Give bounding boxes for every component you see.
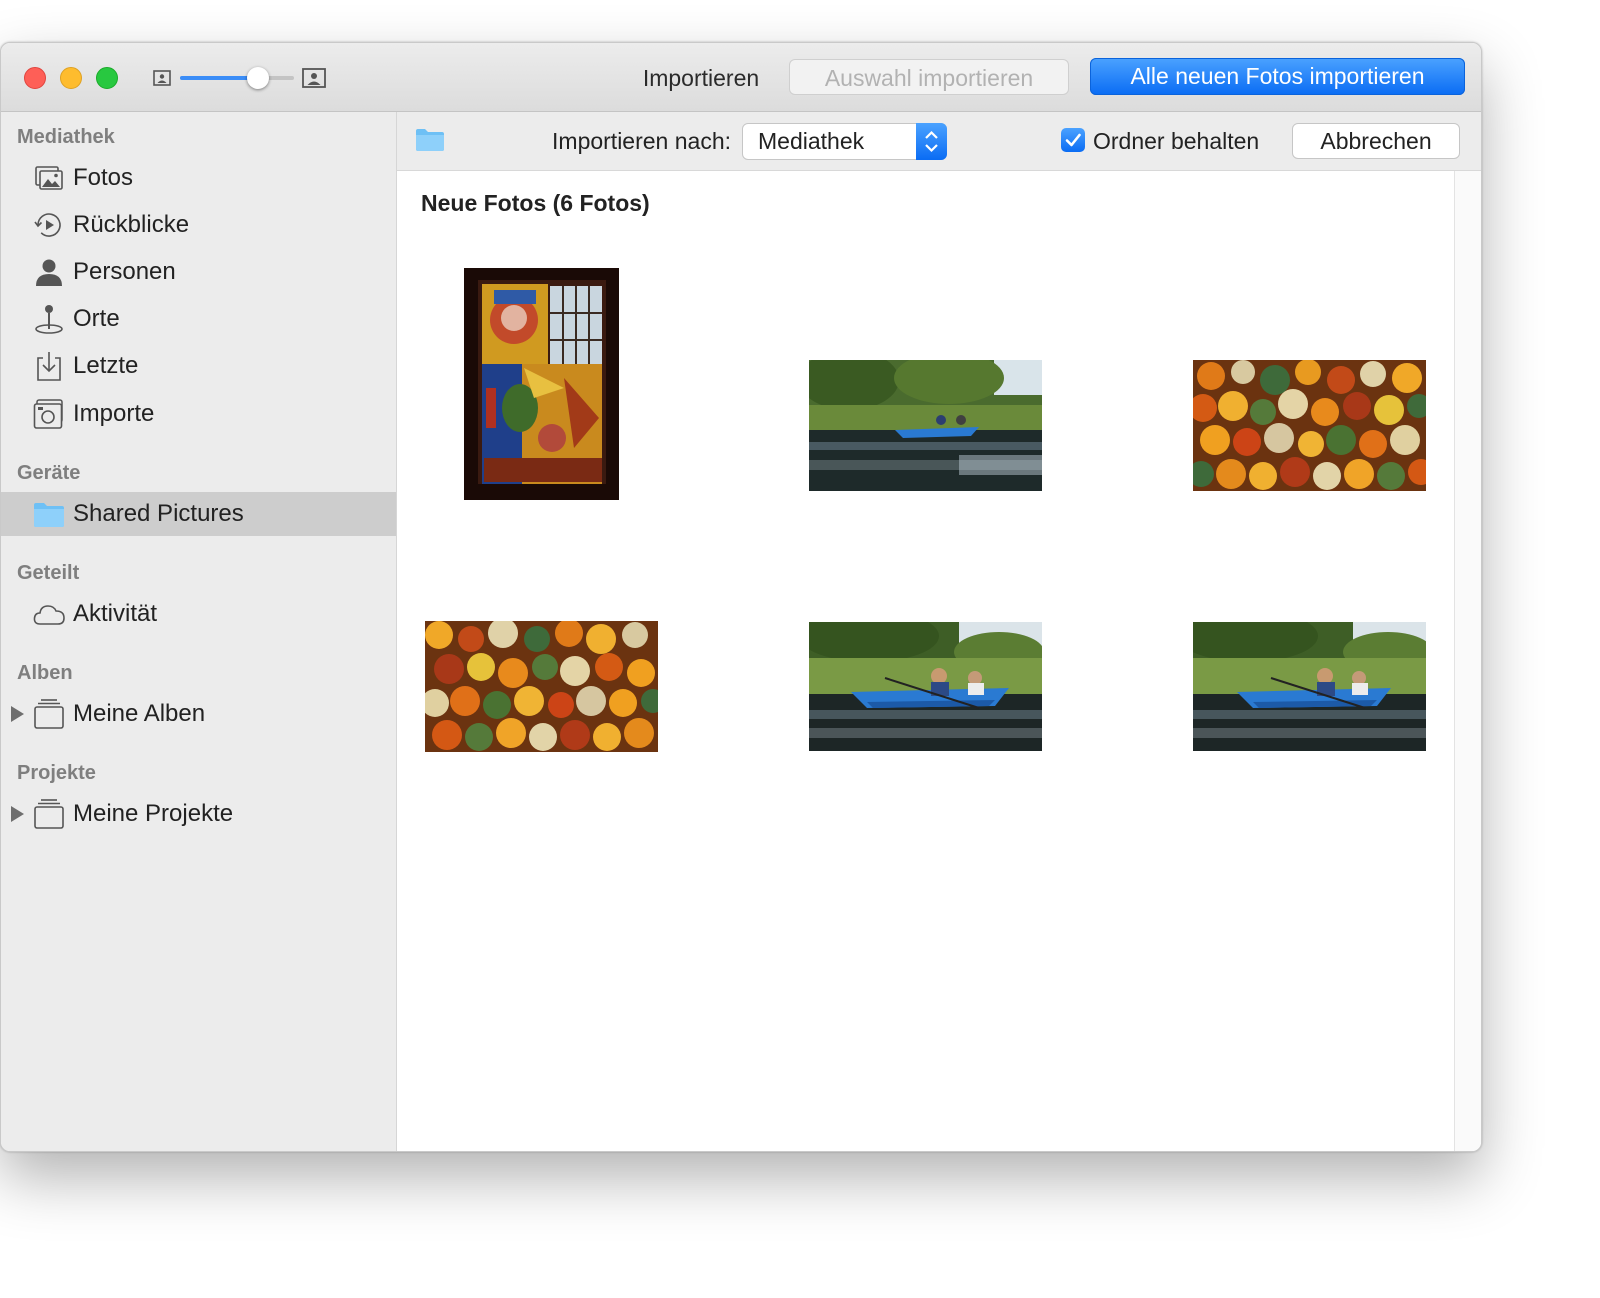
person-icon bbox=[36, 259, 62, 286]
sidebar-item-shared-pictures[interactable]: Shared Pictures bbox=[1, 492, 396, 536]
import-destination-value: Mediathek bbox=[758, 128, 865, 154]
sidebar-item-label: Fotos bbox=[73, 164, 134, 191]
title-bar: Importieren Auswahl importieren Alle neu… bbox=[1, 43, 1481, 112]
project-stack-icon bbox=[34, 799, 64, 829]
sidebar-item-label: Orte bbox=[73, 305, 120, 332]
photo-thumbnail[interactable] bbox=[425, 621, 658, 752]
minimize-button[interactable] bbox=[60, 67, 82, 89]
sidebar-item-label: Importe bbox=[73, 400, 155, 427]
import-options-bar: Importieren nach: Mediathek Ordner behal… bbox=[397, 112, 1481, 171]
sidebar-item-label: Meine Projekte bbox=[73, 800, 234, 827]
zoom-out-icon[interactable] bbox=[153, 70, 171, 86]
import-title: Importieren bbox=[642, 65, 760, 91]
select-arrows-icon[interactable] bbox=[916, 123, 947, 160]
checkmark-icon bbox=[1065, 133, 1081, 147]
disclosure-triangle-icon[interactable] bbox=[11, 706, 24, 722]
import-content: Importieren nach: Mediathek Ordner behal… bbox=[397, 112, 1481, 1151]
sidebar-item-label: Aktivität bbox=[73, 600, 158, 627]
gourds-photo bbox=[1193, 360, 1426, 491]
kayak-river-photo bbox=[1193, 622, 1426, 751]
cancel-button[interactable]: Abbrechen bbox=[1292, 123, 1460, 159]
sidebar-item-letzte[interactable]: Letzte bbox=[1, 344, 396, 388]
sidebar-item-personen[interactable]: Personen bbox=[1, 250, 396, 294]
photos-import-window: Importieren Auswahl importieren Alle neu… bbox=[0, 42, 1482, 1152]
sidebar-item-orte[interactable]: Orte bbox=[1, 297, 396, 341]
sidebar-item-meine-projekte[interactable]: Meine Projekte bbox=[1, 792, 396, 836]
sidebar-item-label: Rückblicke bbox=[73, 211, 190, 238]
section-geteilt: Geteilt bbox=[17, 562, 80, 584]
sidebar-item-importe[interactable]: Importe bbox=[1, 392, 396, 436]
cloud-icon bbox=[33, 605, 65, 625]
stained-glass-photo bbox=[464, 268, 619, 500]
import-all-new-button[interactable]: Alle neuen Fotos importieren bbox=[1090, 58, 1465, 95]
sidebar-item-fotos[interactable]: Fotos bbox=[1, 156, 396, 200]
photos-icon bbox=[35, 166, 63, 190]
sidebar-item-label: Personen bbox=[73, 258, 176, 285]
sidebar-item-label: Letzte bbox=[73, 352, 139, 379]
sidebar: Mediathek Fotos Rückblicke Personen Orte… bbox=[1, 112, 397, 1151]
section-mediathek: Mediathek bbox=[17, 126, 115, 148]
vertical-scrollbar[interactable] bbox=[1454, 171, 1481, 1151]
gourds-photo bbox=[425, 621, 658, 752]
import-selection-button[interactable]: Auswahl importieren bbox=[789, 59, 1069, 95]
zoom-slider[interactable] bbox=[180, 67, 294, 89]
keep-folders-checkbox[interactable] bbox=[1061, 128, 1085, 152]
kayak-river-photo bbox=[809, 622, 1042, 751]
section-alben: Alben bbox=[17, 662, 73, 684]
sidebar-item-label: Shared Pictures bbox=[73, 500, 244, 527]
photo-thumbnail[interactable] bbox=[809, 622, 1042, 751]
zoom-slider-fill bbox=[180, 76, 258, 80]
photo-thumbnail[interactable] bbox=[1193, 622, 1426, 751]
kayak-river-photo bbox=[809, 360, 1042, 491]
zoom-in-icon[interactable] bbox=[302, 68, 326, 88]
photo-thumbnail[interactable] bbox=[464, 268, 619, 500]
folder-icon[interactable] bbox=[415, 128, 445, 152]
fullscreen-button[interactable] bbox=[96, 67, 118, 89]
album-stack-icon bbox=[34, 699, 64, 729]
section-geraete: Geräte bbox=[17, 462, 81, 484]
photo-thumbnail[interactable] bbox=[809, 360, 1042, 491]
close-button[interactable] bbox=[24, 67, 46, 89]
recent-import-icon bbox=[37, 352, 61, 381]
new-photos-heading: Neue Fotos (6 Fotos) bbox=[421, 190, 650, 216]
sidebar-item-label: Meine Alben bbox=[73, 700, 206, 727]
import-destination-select[interactable]: Mediathek bbox=[742, 123, 947, 160]
keep-folders-label[interactable]: Ordner behalten bbox=[1093, 124, 1259, 158]
camera-import-icon bbox=[33, 399, 63, 429]
sidebar-item-aktivitaet[interactable]: Aktivität bbox=[1, 592, 396, 636]
sidebar-item-meine-alben[interactable]: Meine Alben bbox=[1, 692, 396, 736]
sidebar-item-rueckblicke[interactable]: Rückblicke bbox=[1, 203, 396, 247]
photo-thumbnail[interactable] bbox=[1193, 360, 1426, 491]
memories-icon bbox=[34, 213, 61, 237]
import-destination-label: Importieren nach: bbox=[552, 128, 731, 154]
zoom-slider-knob[interactable] bbox=[246, 67, 269, 89]
map-pin-icon bbox=[35, 305, 63, 334]
folder-icon bbox=[34, 503, 64, 527]
disclosure-triangle-icon[interactable] bbox=[11, 806, 24, 822]
section-projekte: Projekte bbox=[17, 762, 96, 784]
